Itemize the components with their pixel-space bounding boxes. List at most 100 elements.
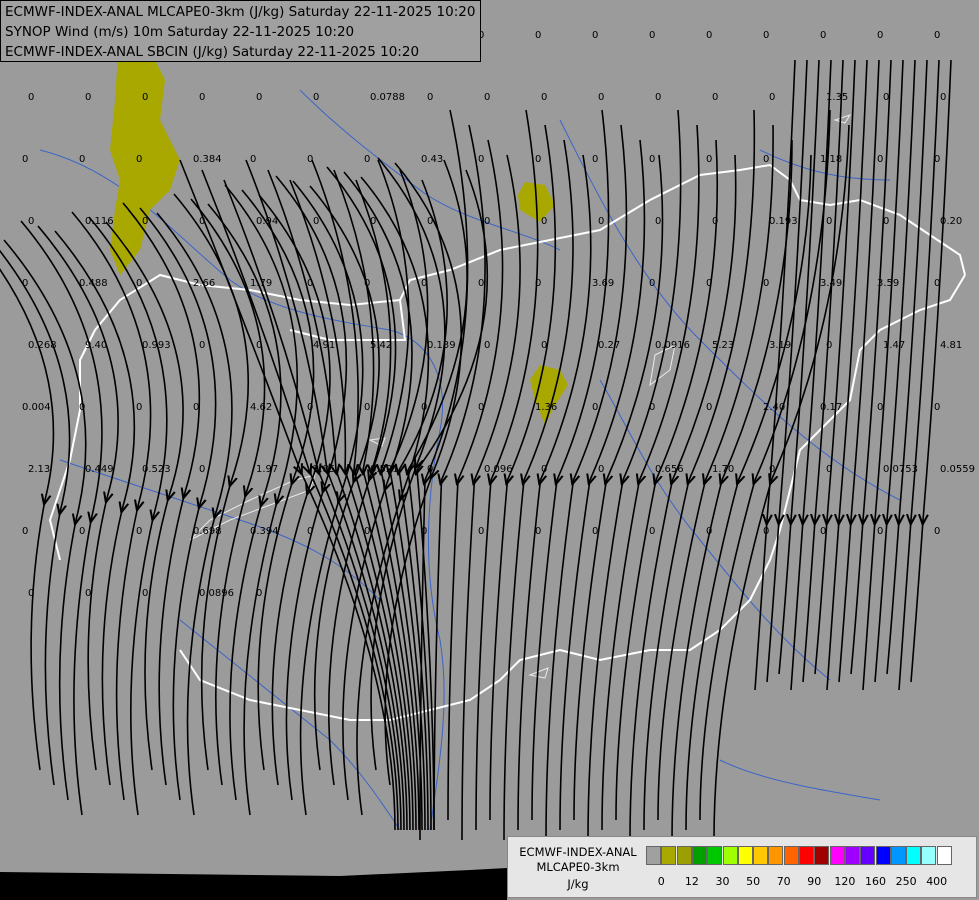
cin-value-label: 0: [763, 526, 769, 537]
cin-value-label: 0: [706, 30, 712, 41]
legend-swatch: [936, 846, 952, 865]
cin-value-label: 0: [712, 216, 718, 227]
cin-value-label: 0: [421, 526, 427, 537]
cin-value-label: 0.116: [85, 216, 114, 227]
cin-value-label: 0: [199, 464, 205, 475]
cin-value-label: 0: [535, 30, 541, 41]
cin-value-label: 0.656: [655, 464, 684, 475]
legend-tick-label: 90: [807, 875, 822, 888]
cin-value-label: 0.139: [427, 340, 456, 351]
cin-value-label: 0: [877, 402, 883, 413]
legend-tick-label: 120: [834, 875, 856, 888]
legend-swatch: [906, 846, 922, 865]
cin-value-label: 5.23: [712, 340, 734, 351]
cin-value-label: 0.523: [142, 464, 171, 475]
cin-value-label: 0: [592, 526, 598, 537]
cin-value-label: 0: [250, 154, 256, 165]
cin-value-label: 0.394: [250, 526, 279, 537]
cin-value-label: 0: [877, 526, 883, 537]
legend-tick-label: 0: [657, 875, 665, 888]
cin-value-label: 0: [85, 92, 91, 103]
cin-value-label: 3.19: [769, 340, 791, 351]
cin-value-label: 0.94: [256, 216, 278, 227]
cin-value-label: 0: [655, 216, 661, 227]
legend-swatch: [646, 846, 661, 865]
cin-value-label: 0: [535, 278, 541, 289]
cin-value-label: 0: [364, 278, 370, 289]
cin-value-label: 0: [370, 216, 376, 227]
cin-value-label: 0.488: [79, 278, 108, 289]
cin-value-label: 0: [364, 526, 370, 537]
cin-value-label: 4.62: [250, 402, 272, 413]
cin-value-label: 0: [199, 340, 205, 351]
cin-value-label: 1.79: [250, 278, 272, 289]
cin-value-label: 4.91: [313, 340, 335, 351]
legend-unit: J/kg: [567, 877, 589, 891]
legend-swatch: [783, 846, 799, 865]
cin-value-label: 0: [541, 464, 547, 475]
cin-value-label: 0.0559: [940, 464, 975, 475]
cin-value-label: 0: [649, 526, 655, 537]
cin-value-label: 0: [136, 526, 142, 537]
cin-value-label: 0: [427, 92, 433, 103]
cin-value-label: 2.40: [763, 402, 785, 413]
legend-swatch: [890, 846, 906, 865]
cin-value-label: 0.20: [940, 216, 962, 227]
cin-value-label: 0: [364, 154, 370, 165]
cin-value-label: 0: [313, 92, 319, 103]
legend-tick-label: 70: [776, 875, 791, 888]
cin-value-label: 0: [598, 464, 604, 475]
cin-value-label: 0: [655, 92, 661, 103]
cin-value-label: 0: [256, 340, 262, 351]
cin-value-label: 0: [592, 402, 598, 413]
cin-value-label: 0: [820, 526, 826, 537]
cin-value-label: 0: [313, 216, 319, 227]
cin-value-label: 0: [706, 402, 712, 413]
cin-value-label: 9.40: [85, 340, 107, 351]
cin-value-label: 0: [484, 216, 490, 227]
cin-value-label: 0.27: [598, 340, 620, 351]
legend-swatch: [829, 846, 845, 865]
color-legend: ECMWF-INDEX-ANAL MLCAPE0-3km J/kg 0 12 30 5…: [507, 836, 977, 898]
cin-value-label: 0: [79, 402, 85, 413]
legend-tick-label: 12: [684, 875, 699, 888]
cin-value-label: 0: [763, 278, 769, 289]
title-cape: ECMWF-INDEX-ANAL MLCAPE0-3km (J/kg) Satu…: [5, 4, 476, 20]
legend-swatch: [691, 846, 707, 865]
cin-value-label: 0: [649, 30, 655, 41]
legend-tick-label: 50: [746, 875, 761, 888]
cin-value-label: 0: [28, 92, 34, 103]
cin-value-label: 0: [934, 278, 940, 289]
cin-value-label: 0: [940, 92, 946, 103]
cin-value-label: 0: [136, 278, 142, 289]
cin-value-label: 0: [883, 216, 889, 227]
cin-value-label: 1.18: [820, 154, 842, 165]
cin-value-label: 0: [877, 30, 883, 41]
cin-value-label: 0: [883, 92, 889, 103]
cin-value-label: 0: [22, 526, 28, 537]
cin-value-label: 0: [307, 402, 313, 413]
cin-value-label: 0: [307, 526, 313, 537]
cin-value-label: 2.13: [28, 464, 50, 475]
cin-value-label: 0.193: [769, 216, 798, 227]
cin-value-label: 0: [22, 278, 28, 289]
cin-value-label: 2.85: [313, 464, 335, 475]
cin-value-label: 0: [85, 588, 91, 599]
cin-value-label: 0: [763, 154, 769, 165]
legend-swatch: [768, 846, 784, 865]
cin-value-label: 0.698: [193, 526, 222, 537]
cin-value-label: 0: [421, 402, 427, 413]
legend-title: ECMWF-INDEX-ANAL: [519, 845, 637, 859]
cin-value-label: 0: [427, 216, 433, 227]
cin-value-label: 0: [541, 92, 547, 103]
cin-value-label: 0: [934, 154, 940, 165]
cin-value-label: 0: [136, 402, 142, 413]
legend-swatch: [921, 846, 937, 865]
cin-value-label: 0: [598, 92, 604, 103]
cin-value-label: 1.47: [883, 340, 905, 351]
cin-value-label: 0: [535, 526, 541, 537]
cin-value-label: 0: [142, 92, 148, 103]
cin-value-label: 0.17: [820, 402, 842, 413]
cin-value-label: 0: [826, 216, 832, 227]
cin-value-label: 1.97: [256, 464, 278, 475]
